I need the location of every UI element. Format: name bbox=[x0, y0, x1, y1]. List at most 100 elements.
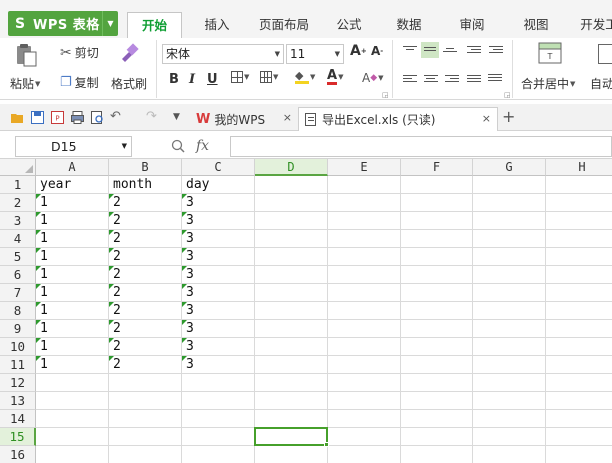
row-header[interactable]: 5 bbox=[0, 248, 36, 266]
select-all-button[interactable] bbox=[0, 159, 36, 176]
row-header[interactable]: 1 bbox=[0, 176, 36, 194]
save-icon[interactable] bbox=[31, 111, 44, 124]
close-icon[interactable]: × bbox=[283, 111, 292, 124]
customize-toolbar-icon[interactable]: ▼ bbox=[173, 112, 186, 125]
app-menu-dropdown-icon[interactable]: ▼ bbox=[102, 11, 118, 36]
number-stored-as-text-indicator[interactable] bbox=[36, 212, 41, 217]
number-stored-as-text-indicator[interactable] bbox=[36, 266, 41, 271]
format-painter-button[interactable]: 格式刷 bbox=[111, 75, 147, 92]
align-center-icon[interactable] bbox=[424, 73, 438, 85]
tab-insert[interactable]: 插入 bbox=[192, 12, 242, 38]
underline-button[interactable]: U bbox=[207, 72, 218, 87]
number-stored-as-text-indicator[interactable] bbox=[109, 230, 114, 235]
number-stored-as-text-indicator[interactable] bbox=[36, 284, 41, 289]
tab-my-wps[interactable]: W 我的WPS × bbox=[193, 107, 293, 131]
tab-review[interactable]: 审阅 bbox=[447, 12, 497, 38]
font-dialog-launcher-icon[interactable]: ◲ bbox=[382, 91, 389, 99]
column-header-d[interactable]: D bbox=[255, 159, 328, 176]
number-stored-as-text-indicator[interactable] bbox=[109, 338, 114, 343]
fill-color-button[interactable]: ◆ ▼ bbox=[295, 70, 315, 84]
close-icon[interactable]: × bbox=[482, 112, 491, 125]
number-stored-as-text-indicator[interactable] bbox=[36, 356, 41, 361]
row-header[interactable]: 14 bbox=[0, 410, 36, 428]
bold-button[interactable]: B bbox=[169, 72, 179, 87]
increase-font-icon[interactable]: A + bbox=[350, 43, 367, 59]
row-header[interactable]: 15 bbox=[0, 428, 36, 446]
number-stored-as-text-indicator[interactable] bbox=[182, 266, 187, 271]
zoom-search-icon[interactable] bbox=[171, 139, 185, 153]
column-header-b[interactable]: B bbox=[109, 159, 182, 176]
number-stored-as-text-indicator[interactable] bbox=[36, 320, 41, 325]
fill-handle[interactable] bbox=[324, 442, 329, 447]
cell-c1[interactable]: day bbox=[182, 176, 209, 194]
number-stored-as-text-indicator[interactable] bbox=[36, 302, 41, 307]
align-right-icon[interactable] bbox=[445, 73, 459, 85]
align-left-icon[interactable] bbox=[403, 73, 417, 85]
paste-icon[interactable] bbox=[14, 42, 40, 68]
formula-input[interactable] bbox=[230, 136, 612, 157]
column-header-g[interactable]: G bbox=[473, 159, 546, 176]
number-stored-as-text-indicator[interactable] bbox=[182, 248, 187, 253]
cell-fill-pattern-button[interactable]: ▼ bbox=[260, 71, 278, 83]
align-bottom-icon[interactable] bbox=[443, 46, 457, 58]
undo-icon[interactable]: ↶ bbox=[110, 109, 123, 124]
font-color-button[interactable]: A ▼ bbox=[327, 69, 343, 85]
number-stored-as-text-indicator[interactable] bbox=[109, 284, 114, 289]
row-header[interactable]: 10 bbox=[0, 338, 36, 356]
borders-button[interactable]: ▼ bbox=[231, 71, 249, 83]
row-header[interactable]: 11 bbox=[0, 356, 36, 374]
row-header[interactable]: 2 bbox=[0, 194, 36, 212]
column-header-f[interactable]: F bbox=[401, 159, 473, 176]
number-stored-as-text-indicator[interactable] bbox=[182, 284, 187, 289]
row-header[interactable]: 12 bbox=[0, 374, 36, 392]
name-box[interactable]: D15 ▼ bbox=[15, 136, 132, 157]
number-stored-as-text-indicator[interactable] bbox=[182, 230, 187, 235]
number-stored-as-text-indicator[interactable] bbox=[36, 338, 41, 343]
format-painter-icon[interactable] bbox=[118, 42, 140, 64]
row-header[interactable]: 16 bbox=[0, 446, 36, 463]
number-stored-as-text-indicator[interactable] bbox=[36, 230, 41, 235]
row-header[interactable]: 7 bbox=[0, 284, 36, 302]
row-header[interactable]: 9 bbox=[0, 320, 36, 338]
number-stored-as-text-indicator[interactable] bbox=[109, 356, 114, 361]
merge-center-icon[interactable]: T bbox=[538, 42, 562, 64]
increase-indent-icon[interactable] bbox=[489, 44, 503, 56]
row-header[interactable]: 3 bbox=[0, 212, 36, 230]
number-stored-as-text-indicator[interactable] bbox=[109, 194, 114, 199]
cell-b1[interactable]: month bbox=[109, 176, 152, 194]
export-pdf-icon[interactable]: P bbox=[51, 111, 64, 124]
decrease-font-icon[interactable]: A- bbox=[371, 44, 383, 58]
decrease-indent-icon[interactable] bbox=[467, 44, 481, 56]
auto-wrap-button[interactable]: 自动 bbox=[590, 75, 612, 92]
alignment-dialog-launcher-icon[interactable]: ◲ bbox=[504, 91, 511, 99]
number-stored-as-text-indicator[interactable] bbox=[182, 194, 187, 199]
paste-button[interactable]: 粘贴 ▼ bbox=[10, 75, 40, 92]
number-stored-as-text-indicator[interactable] bbox=[109, 212, 114, 217]
distributed-icon[interactable] bbox=[488, 72, 502, 84]
number-stored-as-text-indicator[interactable] bbox=[109, 302, 114, 307]
cut-button[interactable]: ✂ 剪切 bbox=[60, 44, 99, 61]
align-middle-icon[interactable] bbox=[421, 42, 439, 58]
number-stored-as-text-indicator[interactable] bbox=[109, 248, 114, 253]
active-cell-d15[interactable] bbox=[254, 427, 328, 446]
tab-page-layout[interactable]: 页面布局 bbox=[252, 12, 316, 38]
insert-function-button[interactable]: fx bbox=[196, 138, 209, 154]
merge-center-button[interactable]: 合并居中 ▼ bbox=[521, 75, 575, 92]
tab-developer[interactable]: 开发工 bbox=[574, 12, 612, 38]
new-tab-plus-icon[interactable]: + bbox=[502, 107, 515, 126]
align-top-icon[interactable] bbox=[403, 44, 417, 56]
tab-home[interactable]: 开始 bbox=[127, 12, 182, 38]
number-stored-as-text-indicator[interactable] bbox=[36, 194, 41, 199]
row-header[interactable]: 4 bbox=[0, 230, 36, 248]
app-menu-button[interactable]: S WPS 表格 ▼ bbox=[8, 11, 118, 36]
number-stored-as-text-indicator[interactable] bbox=[182, 320, 187, 325]
redo-icon[interactable]: ↷ bbox=[146, 109, 159, 124]
font-size-select[interactable]: 11 ▼ bbox=[286, 44, 344, 64]
number-stored-as-text-indicator[interactable] bbox=[182, 212, 187, 217]
column-header-c[interactable]: C bbox=[182, 159, 255, 176]
number-stored-as-text-indicator[interactable] bbox=[36, 248, 41, 253]
tab-formulas[interactable]: 公式 bbox=[324, 12, 374, 38]
open-folder-icon[interactable] bbox=[11, 111, 24, 124]
number-stored-as-text-indicator[interactable] bbox=[182, 356, 187, 361]
column-header-e[interactable]: E bbox=[328, 159, 401, 176]
